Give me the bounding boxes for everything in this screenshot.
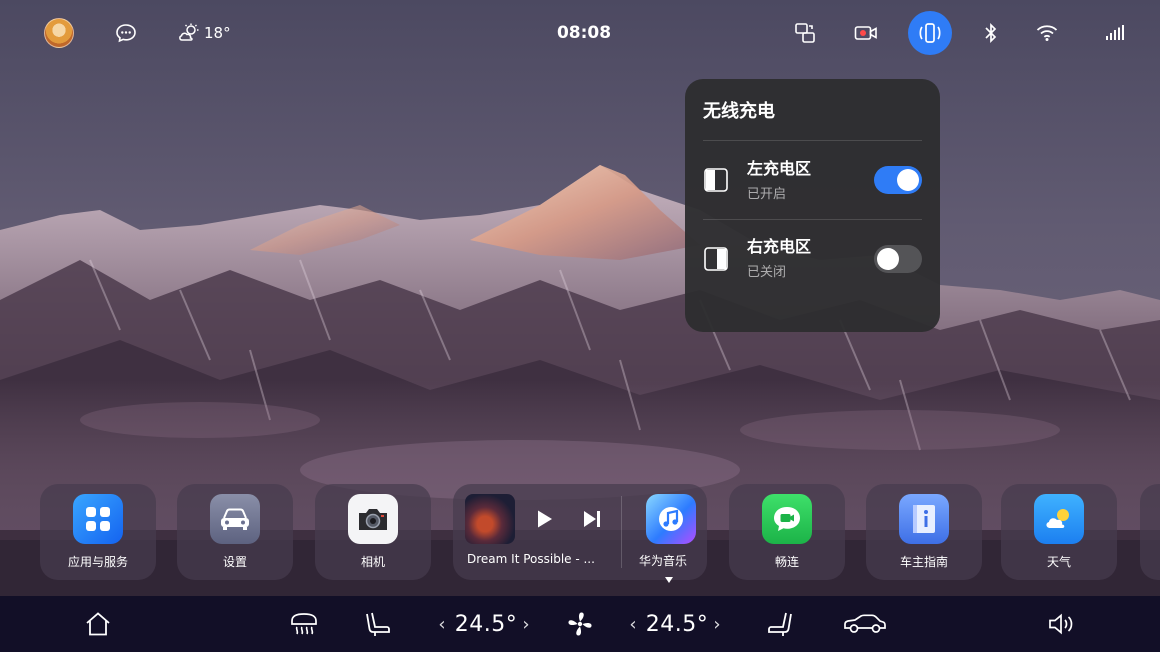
status-bar: 18° 08:08 — [0, 0, 1160, 66]
app-dock: 应用与服务 设置 相机 Dream It Possible - ... 华为音乐… — [0, 484, 1160, 583]
music-player-widget[interactable]: Dream It Possible - ... 华为音乐 — [453, 484, 707, 583]
dock-app-camera[interactable]: 相机 — [315, 484, 431, 580]
huawei-music-icon[interactable] — [646, 494, 696, 544]
weather-temperature: 18° — [204, 24, 231, 42]
vehicle-control-button[interactable] — [840, 596, 890, 652]
left-zone-state: 已开启 — [747, 186, 787, 202]
app-label: 应用与服务 — [67, 555, 128, 569]
right-temperature: 24.5° — [645, 611, 709, 637]
right-temp-decrease-button[interactable]: ‹ — [623, 596, 643, 652]
left-temp-decrease-button[interactable]: ‹ — [432, 596, 452, 652]
volume-icon — [1049, 613, 1073, 635]
home-button[interactable] — [80, 596, 116, 652]
album-art[interactable] — [465, 494, 515, 544]
right-charging-zone-row: 右充电区 已关闭 — [703, 219, 922, 297]
passenger-seat-heater-button[interactable] — [764, 596, 796, 652]
dock-app-meetime[interactable]: 畅连 — [729, 484, 845, 580]
seat-icon — [768, 612, 792, 636]
dock-app-weather[interactable]: 天气 — [1001, 484, 1117, 580]
app-label: 车主指南 — [899, 555, 948, 569]
play-button[interactable] — [533, 508, 555, 530]
play-icon — [538, 510, 552, 528]
weather-status[interactable]: 18° — [178, 20, 231, 46]
chevron-down-icon[interactable] — [665, 568, 673, 583]
car-icon — [844, 614, 886, 633]
music-app-label: 华为音乐 — [639, 554, 688, 568]
owner-guide-icon — [899, 494, 949, 544]
next-track-button[interactable] — [581, 508, 603, 530]
wireless-charging-panel: 无线充电 左充电区 已开启 右充电区 已关闭 — [685, 79, 940, 332]
app-label: 设置 — [222, 555, 247, 569]
skip-next-icon — [584, 511, 600, 527]
app-label: 相机 — [360, 555, 385, 569]
cellular-signal-icon — [1102, 20, 1128, 46]
bluetooth-icon[interactable] — [978, 20, 1004, 46]
dock-app-owner-guide[interactable]: 车主指南 — [866, 484, 982, 580]
meetime-icon — [762, 494, 812, 544]
message-icon[interactable] — [114, 21, 138, 45]
left-temperature: 24.5° — [454, 611, 518, 637]
left-zone-toggle[interactable] — [874, 166, 922, 194]
clock-time: 08:08 — [556, 23, 612, 43]
dashcam-record-icon[interactable] — [853, 20, 879, 46]
user-avatar[interactable] — [44, 18, 74, 48]
left-temp-increase-button[interactable]: › — [516, 596, 536, 652]
home-icon — [86, 612, 110, 636]
rear-defrost-button[interactable] — [286, 596, 322, 652]
wifi-icon[interactable] — [1034, 20, 1060, 46]
driver-seat-heater-button[interactable] — [362, 596, 394, 652]
volume-button[interactable] — [1044, 596, 1080, 652]
wireless-charging-toggle-button[interactable] — [908, 11, 952, 55]
vehicle-control-bar: ‹ 24.5° › ‹ 24.5° › — [0, 596, 1160, 652]
right-charging-zone-icon — [703, 246, 729, 272]
song-title: Dream It Possible - ... — [467, 552, 595, 566]
right-zone-name: 右充电区 — [747, 237, 812, 256]
app-label: 畅连 — [774, 555, 799, 569]
apps-services-icon — [73, 494, 123, 544]
car-settings-icon — [210, 494, 260, 544]
panel-title: 无线充电 — [703, 79, 922, 141]
seat-icon — [366, 612, 390, 636]
left-zone-name: 左充电区 — [747, 158, 812, 178]
dock-overflow-tile[interactable] — [1140, 484, 1160, 580]
camera-icon — [348, 494, 398, 544]
left-charging-zone-row: 左充电区 已开启 — [703, 141, 922, 219]
wireless-charging-icon — [919, 23, 941, 43]
dock-app-settings[interactable]: 设置 — [177, 484, 293, 580]
music-divider — [621, 496, 622, 568]
left-charging-zone-icon — [703, 167, 729, 193]
dock-app-apps-services[interactable]: 应用与服务 — [40, 484, 156, 580]
partly-cloudy-icon — [179, 23, 199, 41]
fan-button[interactable] — [562, 596, 598, 652]
fan-icon — [568, 612, 592, 636]
right-temp-increase-button[interactable]: › — [707, 596, 727, 652]
right-zone-toggle[interactable] — [874, 244, 922, 273]
screen-projection-icon[interactable] — [792, 20, 818, 46]
app-label: 天气 — [1046, 555, 1071, 569]
weather-app-icon — [1034, 494, 1084, 544]
right-zone-state: 已关闭 — [747, 265, 787, 280]
rear-defrost-icon — [291, 613, 317, 635]
